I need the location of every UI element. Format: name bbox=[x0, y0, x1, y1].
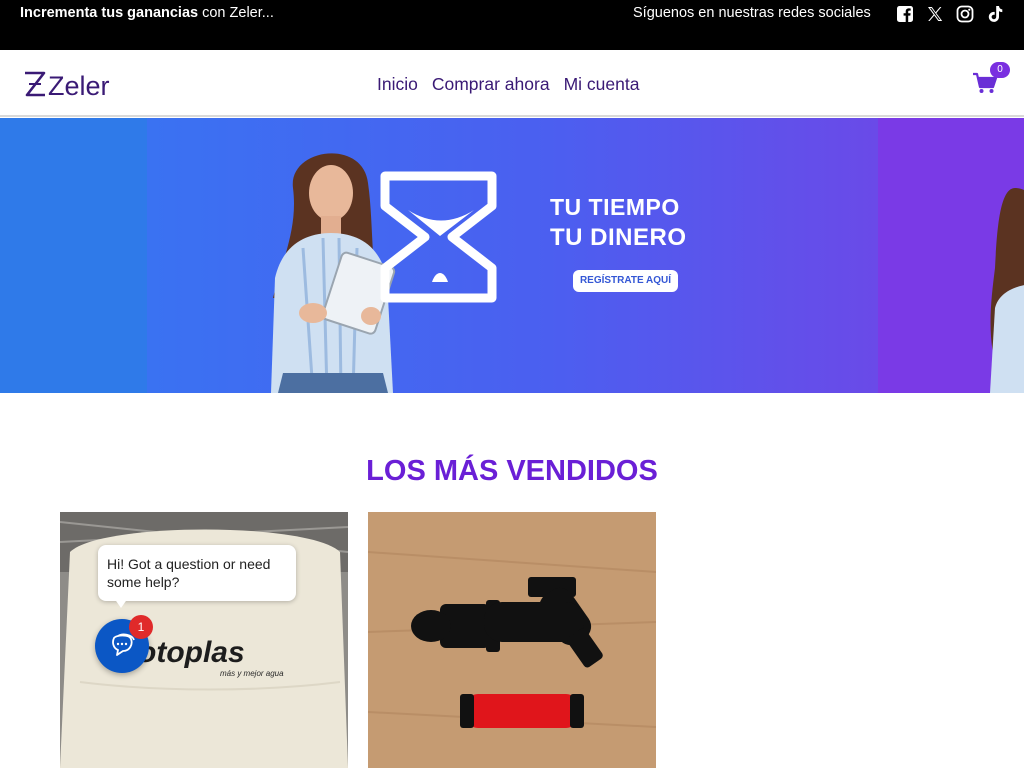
banner-left-strip bbox=[0, 118, 147, 393]
logo-text: Zeler bbox=[48, 71, 110, 101]
cart-count-badge: 0 bbox=[990, 62, 1010, 78]
x-twitter-icon[interactable] bbox=[925, 4, 945, 24]
promo-bold-text: Incrementa tus ganancias bbox=[20, 5, 199, 21]
nav-inicio[interactable]: Inicio bbox=[377, 74, 418, 95]
banner-headline-1: TU TIEMPO bbox=[550, 194, 680, 220]
promo-rest-text: con Zeler... bbox=[198, 5, 274, 21]
product-image-filter-parts bbox=[368, 512, 656, 768]
site-header: Zeler Inicio Comprar ahora Mi cuenta 0 bbox=[0, 50, 1024, 117]
zeler-hourglass-logo bbox=[380, 171, 497, 303]
product-card-2[interactable] bbox=[368, 512, 656, 768]
nav-mi-cuenta[interactable]: Mi cuenta bbox=[564, 74, 640, 95]
banner-headline-2: TU DINERO bbox=[550, 224, 687, 251]
facebook-icon[interactable] bbox=[895, 4, 915, 24]
register-button[interactable]: REGÍSTRATE AQUÍ bbox=[573, 270, 678, 292]
instagram-icon[interactable] bbox=[955, 4, 975, 24]
banner-woman-partial-image bbox=[990, 188, 1024, 393]
chat-greeting-bubble[interactable]: Hi! Got a question or need some help? bbox=[98, 545, 296, 601]
tiktok-icon[interactable] bbox=[985, 4, 1005, 24]
product-image-brand-text: otoplas bbox=[138, 636, 245, 669]
section-title: LOS MÁS VENDIDOS bbox=[366, 455, 658, 487]
chat-icon bbox=[112, 633, 135, 656]
nav-comprar-ahora[interactable]: Comprar ahora bbox=[432, 74, 550, 95]
main-nav: Inicio Comprar ahora Mi cuenta bbox=[377, 74, 639, 95]
top-announcement-bar: Incrementa tus ganancias con Zeler... Sí… bbox=[0, 0, 1024, 50]
promo-text: Incrementa tus ganancias con Zeler... bbox=[20, 5, 274, 21]
chat-notification-badge: 1 bbox=[129, 615, 153, 639]
follow-social-text: Síguenos en nuestras redes sociales bbox=[633, 5, 871, 21]
product-image-tagline: más y mejor agua bbox=[220, 669, 284, 678]
zeler-logo[interactable]: Zeler bbox=[22, 67, 122, 101]
hero-banner[interactable]: TU TIEMPO TU DINERO REGÍSTRATE AQUÍ bbox=[0, 118, 1024, 393]
